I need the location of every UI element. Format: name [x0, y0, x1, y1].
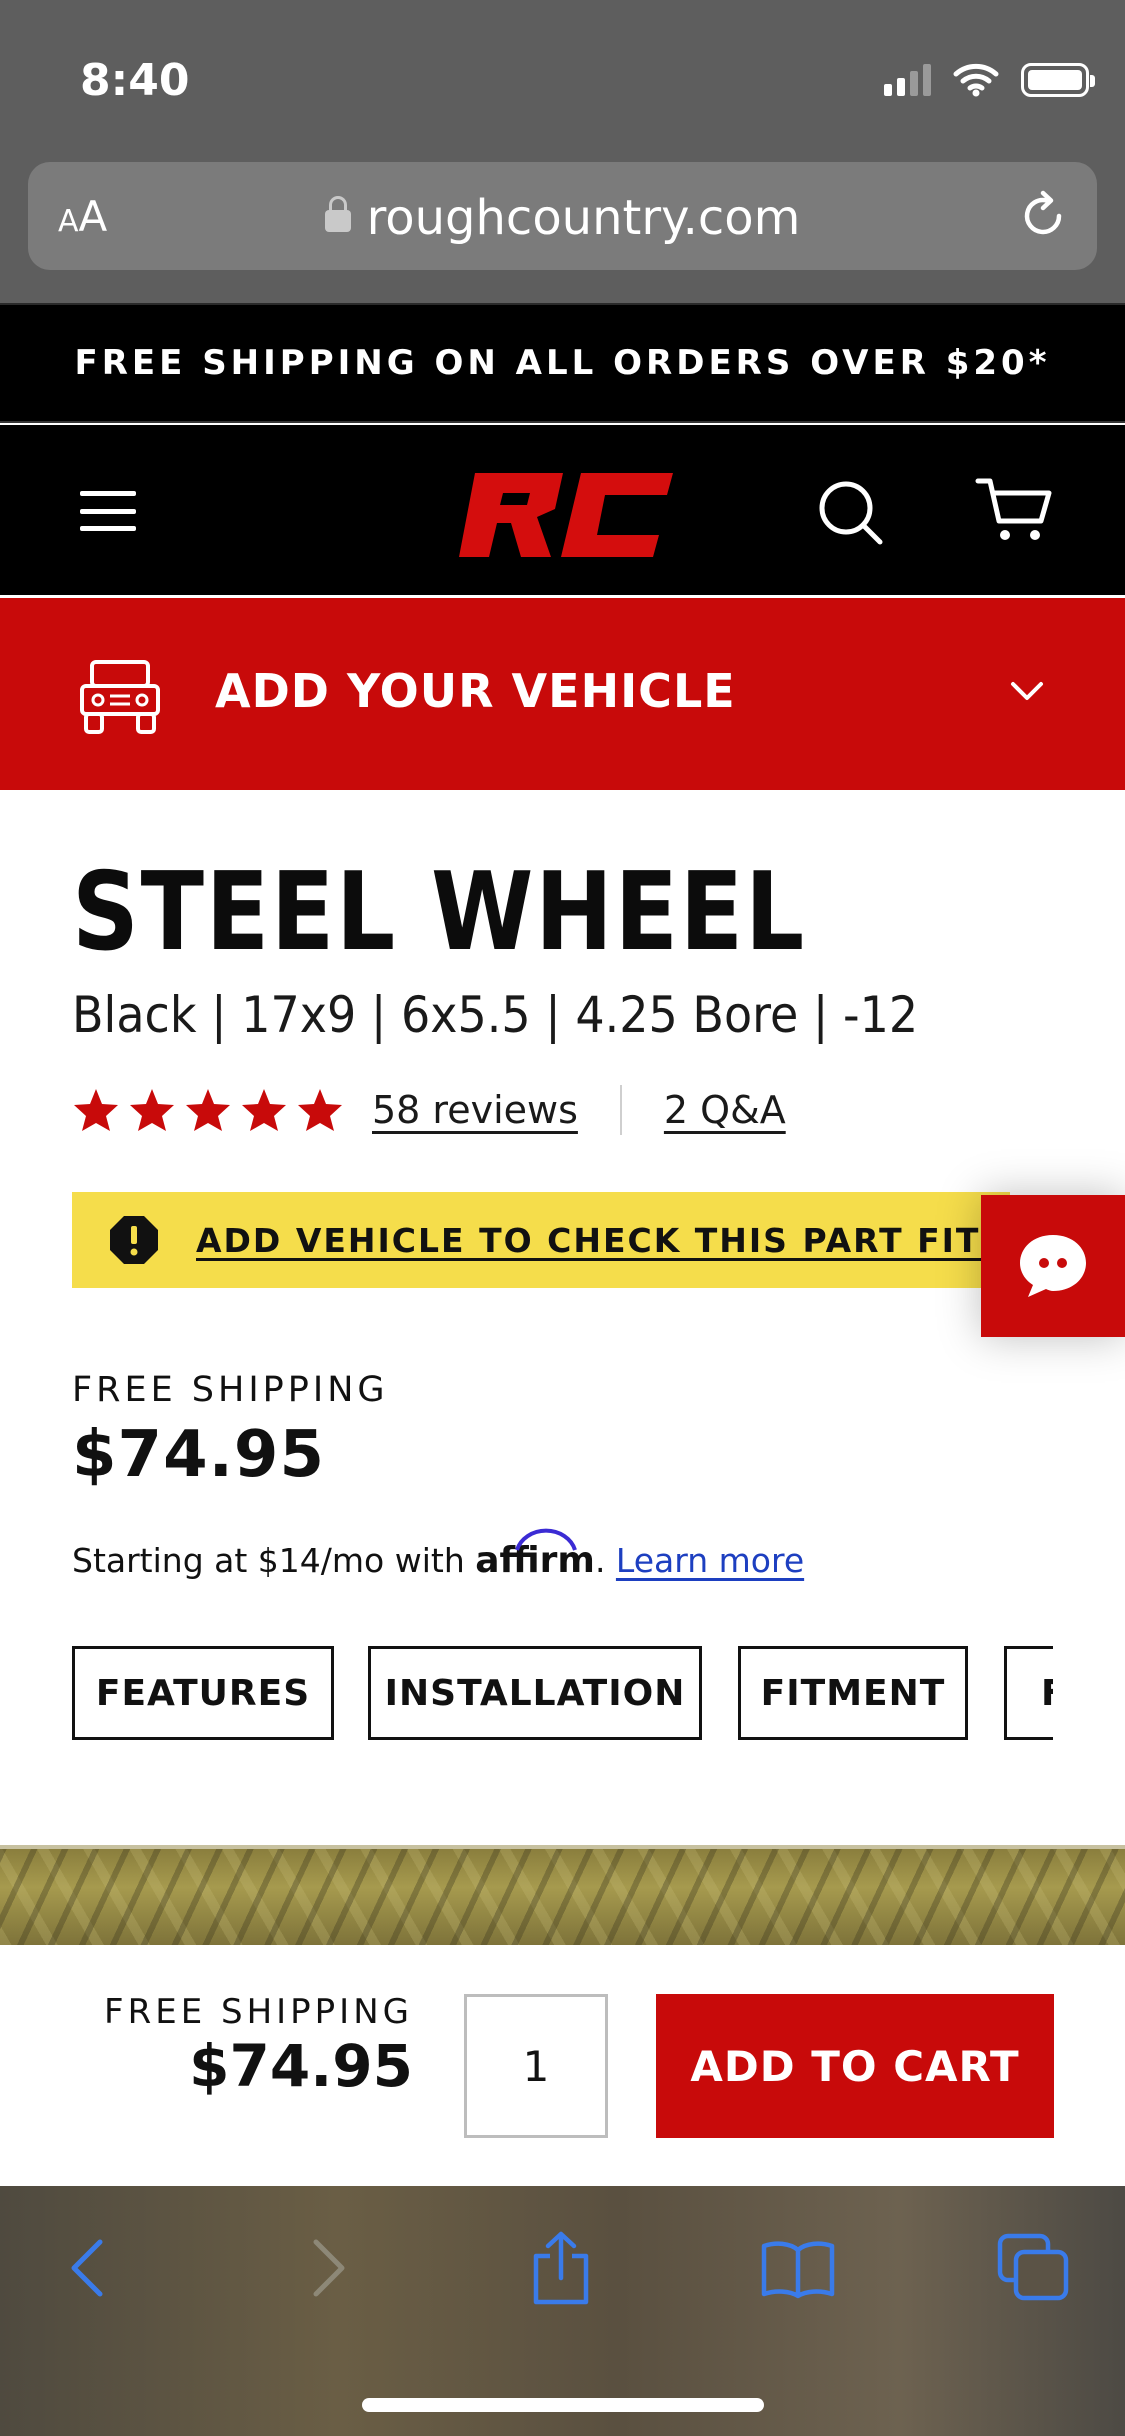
- tabs-icon[interactable]: [996, 2232, 1070, 2302]
- affirm-suffix: .: [594, 1541, 616, 1580]
- share-icon[interactable]: [528, 2230, 594, 2306]
- promo-text: FREE SHIPPING ON ALL ORDERS OVER $20*: [74, 343, 1051, 383]
- product-subtitle: Black | 17x9 | 6x5.5 | 4.25 Bore | -12: [72, 986, 919, 1044]
- sticky-cart-bar: FREE SHIPPING $74.95 ADD TO CART: [0, 1948, 1125, 2186]
- star-icon: [242, 1089, 286, 1131]
- shipping-label: FREE SHIPPING: [72, 1370, 389, 1410]
- cart-icon[interactable]: [975, 475, 1055, 547]
- affirm-logo: affirm: [475, 1528, 595, 1581]
- battery-icon: [1021, 63, 1095, 97]
- address-bar[interactable]: AA roughcountry.com: [28, 162, 1097, 270]
- alert-icon: [110, 1216, 158, 1264]
- reload-icon[interactable]: [1017, 190, 1069, 242]
- site-header: [0, 425, 1125, 595]
- star-rating: [72, 1087, 344, 1133]
- sticky-price: $74.95: [189, 2032, 413, 2100]
- product-title: STEEL WHEEL: [72, 850, 806, 975]
- star-icon: [74, 1089, 118, 1131]
- add-to-cart-button[interactable]: ADD TO CART: [656, 1994, 1054, 2138]
- product-price: $74.95: [72, 1418, 325, 1492]
- reviews-link[interactable]: 58 reviews: [372, 1088, 578, 1132]
- menu-icon[interactable]: [80, 491, 136, 531]
- url-display[interactable]: roughcountry.com: [28, 190, 1097, 246]
- tab-installation[interactable]: INSTALLATION: [368, 1646, 702, 1740]
- chat-icon: [1020, 1235, 1086, 1297]
- affirm-arc-icon: [515, 1528, 578, 1551]
- product-image-strip: [0, 1845, 1125, 1945]
- cellular-signal-icon: [884, 64, 931, 96]
- browser-top-chrome: 8:40 AA roughcountry.com: [0, 0, 1125, 303]
- search-icon[interactable]: [815, 477, 885, 547]
- affirm-financing: Starting at $14/mo with affirm. Learn mo…: [72, 1528, 804, 1581]
- status-time: 8:40: [80, 55, 190, 106]
- vehicle-icon: [80, 660, 160, 734]
- chevron-down-icon[interactable]: [1007, 676, 1047, 706]
- add-vehicle-bar[interactable]: ADD YOUR VEHICLE: [0, 598, 1125, 790]
- add-vehicle-label: ADD YOUR VEHICLE: [215, 664, 736, 718]
- tab-fitment[interactable]: FITMENT: [738, 1646, 968, 1740]
- product-tabs: FEATURES INSTALLATION FITMENT F: [72, 1646, 1053, 1742]
- qa-link[interactable]: 2 Q&A: [664, 1088, 786, 1132]
- rc-logo[interactable]: [445, 465, 680, 565]
- affirm-prefix: Starting at $14/mo with: [72, 1541, 476, 1580]
- status-icons: [884, 60, 1095, 100]
- url-domain-text: roughcountry.com: [366, 190, 801, 246]
- star-icon: [298, 1089, 342, 1131]
- fitment-alert-link[interactable]: ADD VEHICLE TO CHECK THIS PART FITS: [196, 1221, 1006, 1260]
- rating-row: 58 reviews 2 Q&A: [72, 1082, 786, 1138]
- lock-icon: [324, 196, 351, 232]
- fitment-alert[interactable]: ADD VEHICLE TO CHECK THIS PART FITS: [72, 1192, 1010, 1288]
- chat-button[interactable]: [981, 1195, 1125, 1337]
- promo-banner: FREE SHIPPING ON ALL ORDERS OVER $20*: [0, 303, 1125, 423]
- home-indicator: [362, 2398, 764, 2412]
- wifi-icon: [953, 63, 999, 97]
- learn-more-link[interactable]: Learn more: [616, 1541, 804, 1580]
- tab-partial[interactable]: F: [1004, 1646, 1053, 1740]
- forward-icon[interactable]: [306, 2236, 352, 2300]
- back-icon[interactable]: [64, 2236, 110, 2300]
- star-icon: [130, 1089, 174, 1131]
- bookmarks-icon[interactable]: [760, 2238, 836, 2300]
- rating-divider: [619, 1085, 622, 1135]
- tab-features[interactable]: FEATURES: [72, 1646, 334, 1740]
- star-icon: [186, 1089, 230, 1131]
- quantity-input[interactable]: [464, 1994, 608, 2138]
- sticky-shipping-label: FREE SHIPPING: [104, 1992, 413, 2032]
